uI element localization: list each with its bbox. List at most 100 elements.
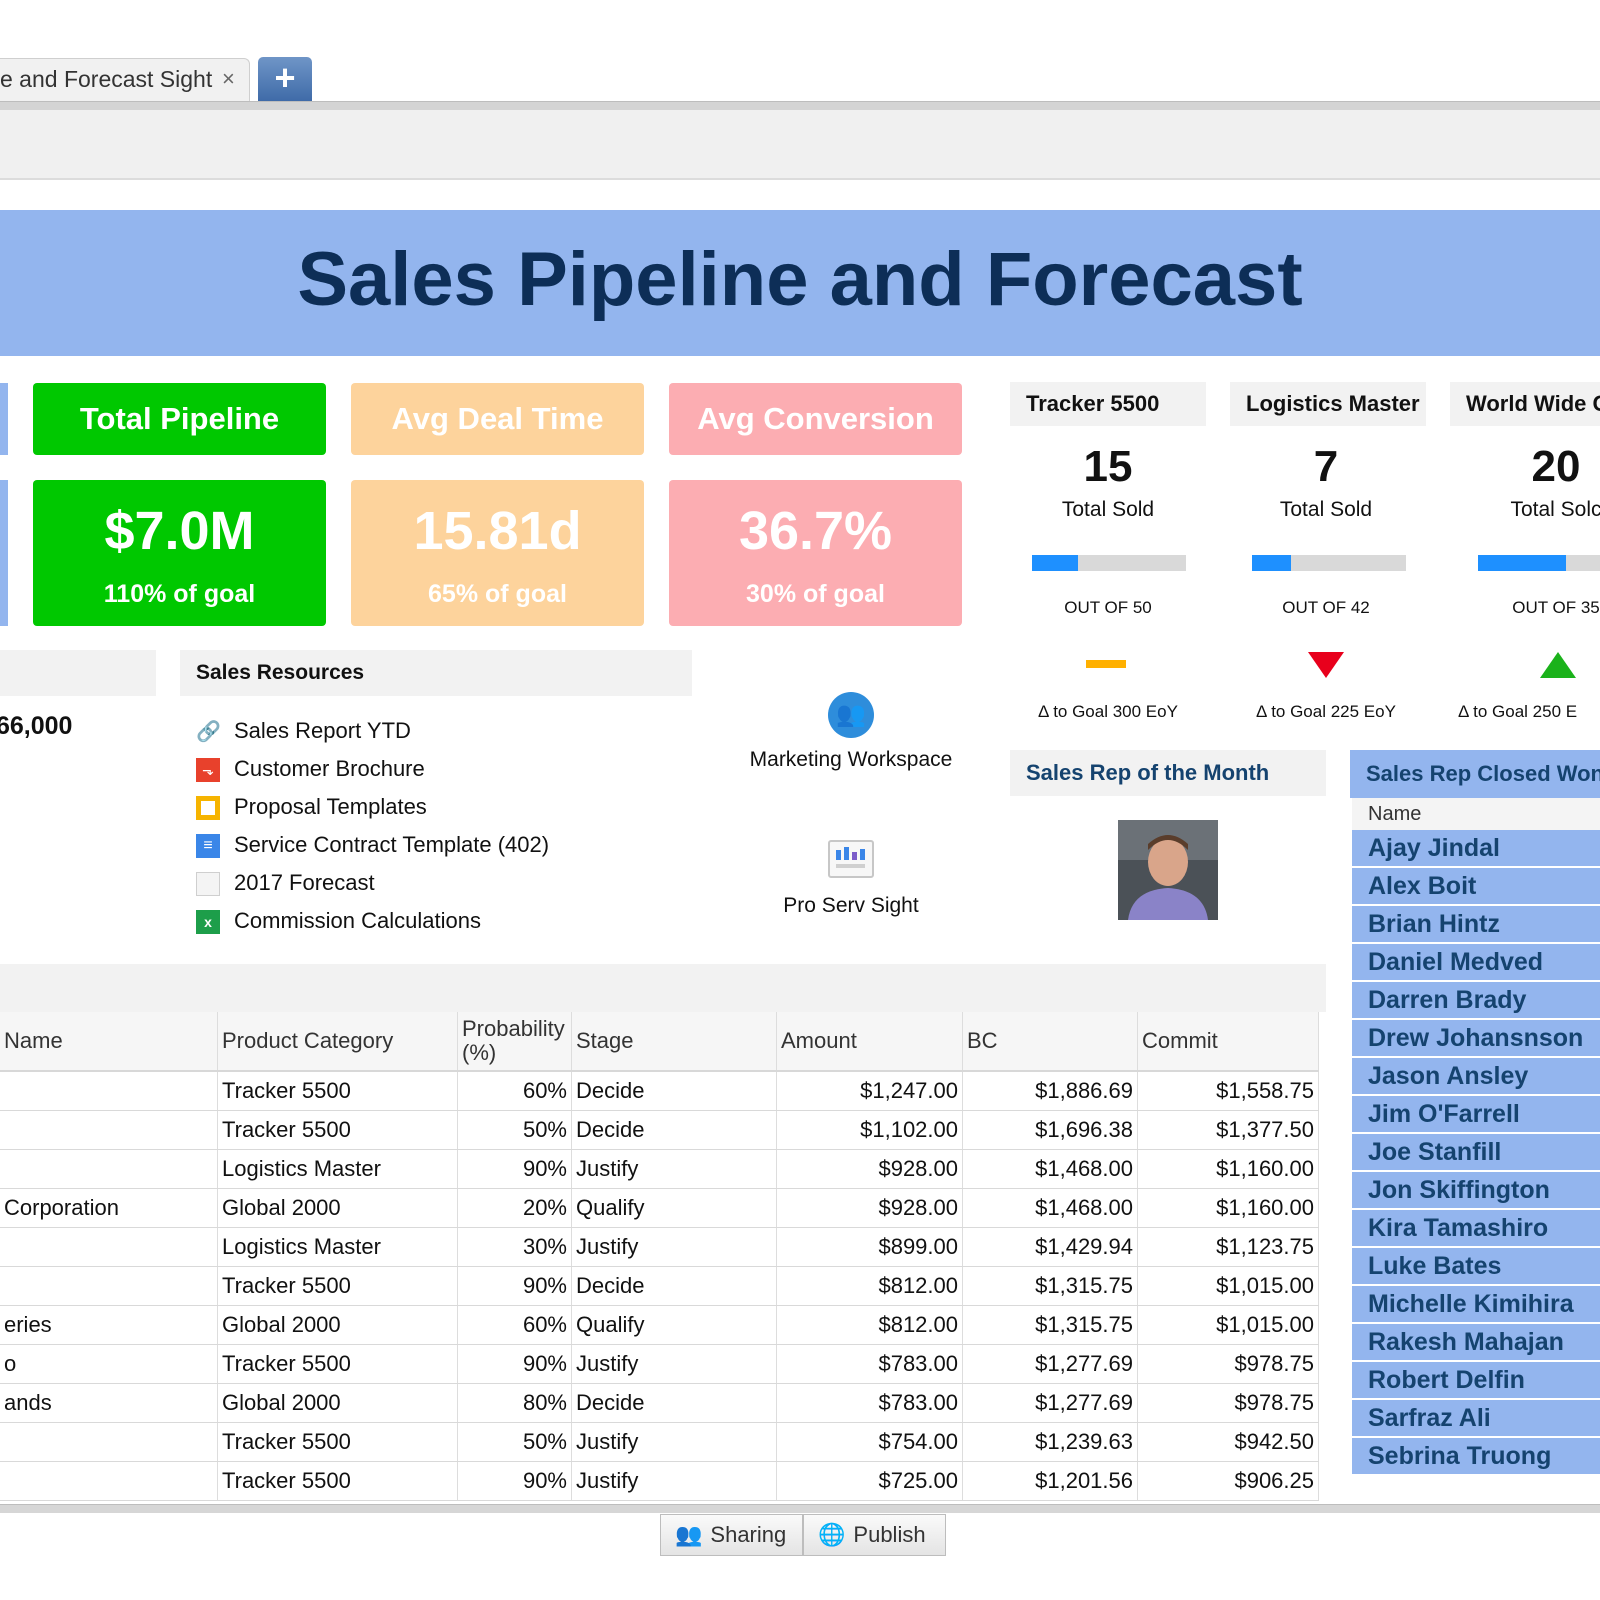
- list-item[interactable]: Drew Johansnson: [1352, 1020, 1600, 1056]
- dashboard-icon[interactable]: [828, 840, 874, 878]
- product-count: 20: [1531, 442, 1581, 491]
- list-item[interactable]: Sebrina Truong: [1352, 1438, 1600, 1474]
- resource-label[interactable]: Proposal Templates: [234, 794, 427, 819]
- column-header[interactable]: Commit: [1137, 1012, 1319, 1072]
- table-cell: Justify: [571, 1227, 777, 1267]
- table-row[interactable]: Tracker 5500 90% Justify $725.00 $1,201.56 $9…: [0, 1461, 1319, 1501]
- list-item[interactable]: Brian Hintz: [1352, 906, 1600, 942]
- table-cell: [0, 1149, 218, 1189]
- sharing-button[interactable]: 👥 Sharing: [660, 1514, 803, 1556]
- table-cell: Decide: [571, 1110, 777, 1150]
- table-row[interactable]: Tracker 5500 90% Decide $812.00 $1,315.75 $1,…: [0, 1266, 1319, 1306]
- table-cell: 90%: [457, 1149, 572, 1189]
- kpi-sub: 110% of goal: [103, 580, 256, 608]
- progress-bar: [1478, 555, 1600, 571]
- page-title: Sales Pipeline and Forecast: [297, 237, 1303, 322]
- table-cell: 50%: [457, 1110, 572, 1150]
- workspace-icon[interactable]: 👥: [828, 692, 874, 738]
- table-cell: $1,015.00: [1137, 1305, 1319, 1345]
- table-cell: Tracker 5500: [217, 1422, 458, 1462]
- table-row[interactable]: ands Global 2000 80% Decide $783.00 $1,277.69…: [0, 1383, 1319, 1423]
- app-link-label[interactable]: Marketing Workspace: [731, 748, 971, 772]
- table-row[interactable]: eries Global 2000 60% Qualify $812.00 $1,315.…: [0, 1305, 1319, 1345]
- table-cell: Tracker 5500: [217, 1344, 458, 1384]
- resource-label[interactable]: Commission Calculations: [234, 908, 481, 933]
- trend-down-icon: [1308, 652, 1344, 678]
- list-item[interactable]: Jon Skiffington: [1352, 1172, 1600, 1208]
- column-header[interactable]: Probability (%): [457, 1012, 572, 1072]
- product-out-of: OUT OF 50: [1064, 598, 1152, 617]
- close-icon[interactable]: ×: [222, 66, 235, 92]
- file-icon: [196, 872, 220, 897]
- column-header[interactable]: Stage: [571, 1012, 777, 1072]
- table-cell: eries: [0, 1305, 218, 1345]
- table-header-row: Name Product Category Probability (%) St…: [0, 1012, 1319, 1072]
- closed-won-list: Ajay Jindal Alex Boit Brian Hintz Daniel Me…: [1352, 830, 1600, 1476]
- resource-item[interactable]: x Commission Calculations: [196, 904, 481, 938]
- list-item[interactable]: Luke Bates: [1352, 1248, 1600, 1284]
- table-cell: Decide: [571, 1383, 777, 1423]
- column-header[interactable]: BC: [962, 1012, 1138, 1072]
- publish-button[interactable]: 🌐 Publish: [803, 1514, 946, 1556]
- resource-item[interactable]: Proposal Templates: [196, 790, 427, 824]
- product-delta: Δ to Goal 300 EoY: [1038, 702, 1178, 721]
- list-item[interactable]: Robert Delfin: [1352, 1362, 1600, 1398]
- table-row[interactable]: Tracker 5500 50% Decide $1,102.00 $1,696.38 $…: [0, 1110, 1319, 1150]
- list-item[interactable]: Darren Brady: [1352, 982, 1600, 1018]
- add-tab-button[interactable]: +: [258, 57, 312, 101]
- resources-header: Sales Resources: [180, 650, 692, 696]
- table-row[interactable]: o Tracker 5500 90% Justify $783.00 $1,277.69 $…: [0, 1344, 1319, 1384]
- table-cell: Global 2000: [217, 1305, 458, 1345]
- resource-item[interactable]: ≡ Service Contract Template (402): [196, 828, 549, 862]
- table-row[interactable]: Tracker 5500 60% Decide $1,247.00 $1,886.69 $…: [0, 1071, 1319, 1111]
- kpi-sub: 30% of goal: [746, 580, 885, 608]
- table-cell: $1,886.69: [962, 1071, 1138, 1111]
- resource-label[interactable]: 2017 Forecast: [234, 870, 375, 895]
- column-header[interactable]: Name: [0, 1012, 218, 1072]
- resource-item[interactable]: ⬎ Customer Brochure: [196, 752, 425, 786]
- list-item[interactable]: Ajay Jindal: [1352, 830, 1600, 866]
- column-header[interactable]: Product Category: [217, 1012, 458, 1072]
- kpi-value: $7.0M: [104, 501, 255, 561]
- list-item[interactable]: Rakesh Mahajan: [1352, 1324, 1600, 1360]
- table-cell: Justify: [571, 1461, 777, 1501]
- tab-label[interactable]: e and Forecast Sight: [0, 66, 212, 93]
- app-link-label[interactable]: Pro Serv Sight: [731, 894, 971, 918]
- table-row[interactable]: Logistics Master 30% Justify $899.00 $1,429.…: [0, 1227, 1319, 1267]
- table-row[interactable]: Corporation Global 2000 20% Qualify $928.00 $…: [0, 1188, 1319, 1228]
- link-icon: 🔗: [196, 721, 221, 744]
- list-item[interactable]: Daniel Medved: [1352, 944, 1600, 980]
- closed-won-column-header[interactable]: Name: [1352, 798, 1600, 830]
- table-cell: Justify: [571, 1344, 777, 1384]
- table-row[interactable]: Logistics Master 90% Justify $928.00 $1,468.…: [0, 1149, 1319, 1189]
- list-item[interactable]: Jim O'Farrell: [1352, 1096, 1600, 1132]
- resource-item[interactable]: 2017 Forecast: [196, 866, 375, 900]
- list-item[interactable]: Alex Boit: [1352, 868, 1600, 904]
- resource-label[interactable]: Customer Brochure: [234, 756, 425, 781]
- product-out-of: OUT OF 35: [1512, 598, 1600, 617]
- list-item[interactable]: Joe Stanfill: [1352, 1134, 1600, 1170]
- resource-item[interactable]: 🔗 Sales Report YTD: [196, 714, 411, 748]
- pdf-icon: ⬎: [196, 758, 220, 783]
- table-row[interactable]: Tracker 5500 50% Justify $754.00 $1,239.63 $9…: [0, 1422, 1319, 1462]
- list-item[interactable]: Kira Tamashiro: [1352, 1210, 1600, 1246]
- table-cell: $1,377.50: [1137, 1110, 1319, 1150]
- list-item[interactable]: Michelle Kimihira: [1352, 1286, 1600, 1322]
- column-header[interactable]: Amount: [776, 1012, 963, 1072]
- table-cell: Tracker 5500: [217, 1071, 458, 1111]
- publish-label[interactable]: Publish: [853, 1522, 925, 1547]
- sharing-label[interactable]: Sharing: [710, 1522, 786, 1547]
- table-cell: 20%: [457, 1188, 572, 1228]
- table-cell: $1,277.69: [962, 1344, 1138, 1384]
- resource-label[interactable]: Service Contract Template (402): [234, 832, 549, 857]
- avatar: [1118, 820, 1218, 920]
- table-header-bar: [0, 964, 1326, 1012]
- table-cell: [0, 1110, 218, 1150]
- table-cell: 50%: [457, 1422, 572, 1462]
- kpi-label: Total Pipeline: [33, 383, 326, 455]
- table-cell: $754.00: [776, 1422, 963, 1462]
- list-item[interactable]: Jason Ansley: [1352, 1058, 1600, 1094]
- list-item[interactable]: Sarfraz Ali: [1352, 1400, 1600, 1436]
- deals-table: Name Product Category Probability (%) St…: [0, 1012, 1319, 1501]
- resource-label[interactable]: Sales Report YTD: [234, 718, 411, 743]
